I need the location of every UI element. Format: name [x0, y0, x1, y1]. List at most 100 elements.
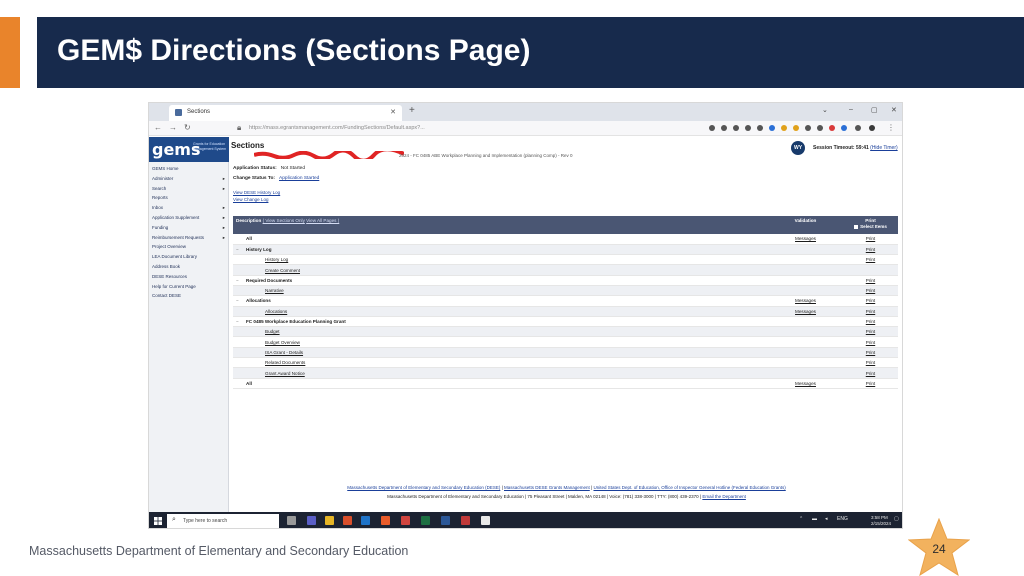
teams-icon[interactable] [307, 516, 316, 525]
section-link[interactable]: Related Documents [243, 357, 768, 369]
collapse-icon[interactable]: − [233, 275, 243, 286]
chevron-down-icon[interactable]: ⌄ [822, 106, 828, 114]
footer-link-dese[interactable]: Massachusetts Department of Elementary a… [347, 485, 500, 490]
firefox-icon[interactable] [343, 516, 352, 525]
sidebar-item-contact-dese[interactable]: Contact DESE [149, 293, 228, 303]
tray-chevron-icon[interactable]: ⌃ [799, 516, 803, 522]
sidebar-item-address-book[interactable]: Address Book [149, 264, 228, 274]
print-link[interactable]: Print [843, 295, 898, 307]
validation-messages-link[interactable]: Messages [768, 234, 843, 245]
language-indicator[interactable]: ENG [837, 516, 848, 522]
hide-timer-link[interactable]: (Hide Timer) [870, 145, 898, 151]
new-tab-icon[interactable]: + [409, 105, 415, 116]
taskbar-search-input[interactable]: ⌕ Type here to search [167, 514, 279, 528]
extension-icon[interactable] [769, 125, 775, 131]
sidebar-item-administer[interactable]: Administer ▸ [149, 176, 228, 186]
close-tab-icon[interactable]: ✕ [390, 108, 396, 116]
extension-icon[interactable] [709, 125, 715, 131]
footer-link-email[interactable]: Email the Department [702, 494, 746, 499]
extension-icon[interactable] [781, 125, 787, 131]
network-icon[interactable]: ▬ [812, 516, 817, 522]
sidebar-item-funding[interactable]: Funding ▸ [149, 225, 228, 235]
close-window-icon[interactable]: ✕ [891, 106, 897, 114]
app-icon[interactable] [381, 516, 390, 525]
print-link[interactable]: Print [843, 316, 898, 328]
word-icon[interactable] [441, 516, 450, 525]
extension-icon[interactable] [757, 125, 763, 131]
extension-icon[interactable] [805, 125, 811, 131]
section-link[interactable]: Narrative [243, 285, 768, 297]
maximize-icon[interactable]: ▢ [871, 106, 878, 114]
extension-icon[interactable] [855, 125, 861, 131]
print-link[interactable]: Print [843, 367, 898, 379]
browser-tab[interactable]: Sections ✕ [169, 105, 402, 121]
section-link[interactable]: Create Comment [243, 264, 768, 276]
url-input[interactable]: https://mass.egrantsmanagement.com/Fundi… [249, 123, 629, 134]
section-link[interactable]: Allocations [243, 306, 768, 317]
excel-icon[interactable] [421, 516, 430, 525]
sidebar-item-reports[interactable]: Reports [149, 195, 228, 205]
section-link[interactable]: Budget [243, 326, 768, 338]
task-view-icon[interactable] [287, 516, 296, 525]
section-link[interactable]: Budget Overview [243, 336, 768, 348]
profile-icon[interactable] [869, 125, 875, 131]
sidebar-item-gems-home[interactable]: GEMS Home [149, 166, 228, 176]
change-status-link[interactable]: Application Started [279, 176, 319, 181]
extension-icon[interactable] [841, 125, 847, 131]
reload-icon[interactable]: ↻ [184, 123, 191, 132]
print-link[interactable]: Print [843, 336, 898, 348]
sidebar-item-project-overview[interactable]: Project Overview [149, 244, 228, 254]
sidebar-item-help[interactable]: Help for Current Page [149, 284, 228, 294]
taskbar-clock[interactable]: 3:58 PM 2/15/2024 [871, 515, 891, 527]
collapse-icon[interactable]: − [233, 316, 243, 328]
section-link[interactable]: Grant Award Notice [243, 367, 768, 379]
sidebar-item-lea-document-library[interactable]: LEA Document Library [149, 254, 228, 264]
notifications-icon[interactable]: ▢ [894, 516, 899, 522]
sidebar-item-dese-resources[interactable]: DESE Resources [149, 274, 228, 284]
sidebar-item-inbox[interactable]: Inbox ▸ [149, 205, 228, 215]
sidebar-item-reimbursement-requests[interactable]: Reimbursement Requests ▸ [149, 235, 228, 245]
print-link[interactable]: Print [843, 306, 898, 317]
extension-icon[interactable] [829, 125, 835, 131]
extension-icon[interactable] [745, 125, 751, 131]
minimize-icon[interactable]: ‒ [849, 106, 853, 113]
windows-start-icon[interactable] [154, 517, 162, 525]
print-link[interactable]: Print [843, 234, 898, 245]
extension-icon[interactable] [721, 125, 727, 131]
collapse-icon[interactable]: − [233, 295, 243, 307]
sidebar-item-search[interactable]: Search ▸ [149, 186, 228, 196]
validation-messages-link[interactable]: Messages [768, 378, 843, 389]
back-icon[interactable]: ← [154, 123, 162, 132]
section-link[interactable]: ISA Grant - Details [243, 347, 768, 359]
sidebar-item-application-supplement[interactable]: Application Supplement ▸ [149, 215, 228, 225]
acrobat-icon[interactable] [461, 516, 470, 525]
print-link[interactable]: Print [843, 244, 898, 256]
print-link[interactable]: Print [843, 357, 898, 369]
view-all-pages-link[interactable]: View All Pages ) [306, 218, 339, 223]
change-log-link[interactable]: View Change Log [233, 197, 898, 204]
footer-link-grants[interactable]: Massachusetts DESE Grants Management [504, 485, 590, 490]
file-explorer-icon[interactable] [325, 516, 334, 525]
validation-messages-link[interactable]: Messages [768, 295, 843, 307]
print-link[interactable]: Print [843, 275, 898, 286]
print-link[interactable]: Print [843, 285, 898, 297]
print-link[interactable]: Print [843, 254, 898, 266]
validation-messages-link[interactable]: Messages [768, 306, 843, 317]
volume-icon[interactable]: ◂ [825, 516, 828, 522]
chrome-icon[interactable] [481, 516, 490, 525]
outlook-icon[interactable] [361, 516, 370, 525]
view-sections-only-link[interactable]: ( View Sections Only [263, 218, 305, 223]
powerpoint-icon[interactable] [401, 516, 410, 525]
footer-link-oig-hotline[interactable]: United States Dept. of Education, Office… [593, 485, 785, 490]
extension-icon[interactable] [733, 125, 739, 131]
print-link[interactable]: Print [843, 347, 898, 359]
user-avatar[interactable]: WY [791, 141, 805, 155]
menu-icon[interactable]: ⋮ [887, 123, 895, 132]
select-items-checkbox[interactable] [854, 224, 859, 229]
section-link[interactable]: History Log [243, 254, 768, 266]
extension-icon[interactable] [817, 125, 823, 131]
extension-icon[interactable] [793, 125, 799, 131]
print-link[interactable]: Print [843, 326, 898, 338]
print-link[interactable]: Print [843, 378, 898, 389]
collapse-icon[interactable]: − [233, 244, 243, 256]
